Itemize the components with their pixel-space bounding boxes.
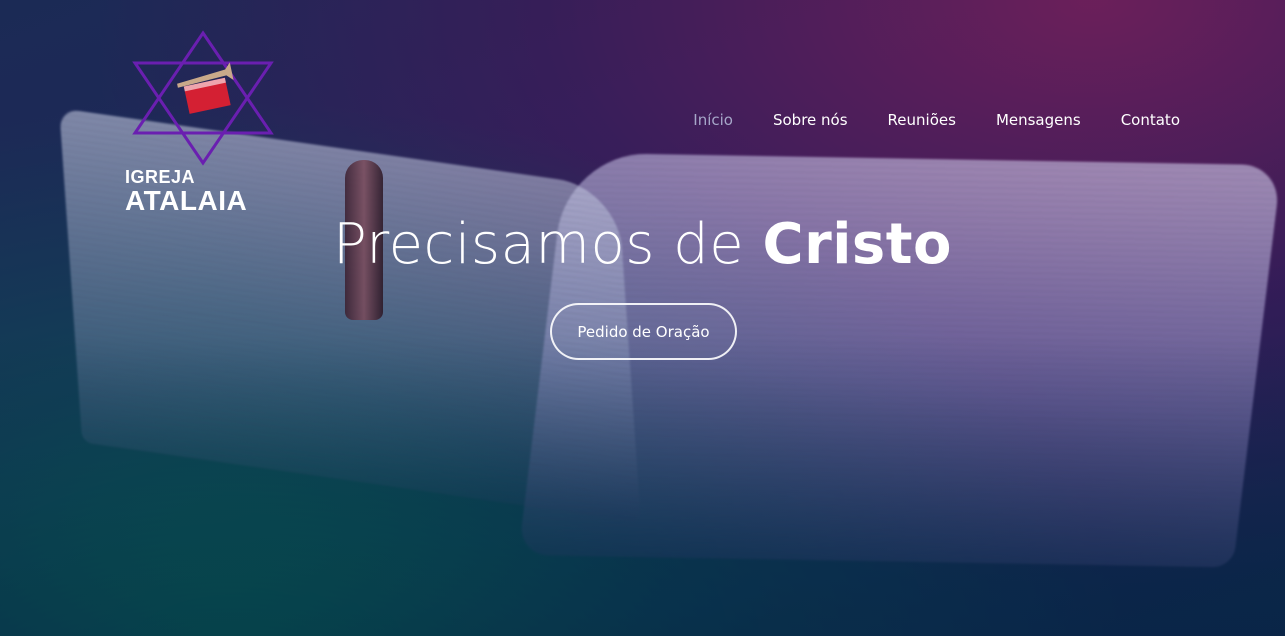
brand-line-1: IGREJA xyxy=(125,167,196,187)
hero-title-bold: Cristo xyxy=(762,212,952,277)
main-nav: Início Sobre nós Reuniões Mensagens Cont… xyxy=(693,111,1180,129)
nav-item-sobre-nos[interactable]: Sobre nós xyxy=(773,111,848,129)
hero-title: Precisamos de Cristo xyxy=(0,212,1285,277)
nav-item-inicio[interactable]: Início xyxy=(693,111,733,129)
prayer-request-button[interactable]: Pedido de Oração xyxy=(550,303,737,360)
hero-section: IGREJA ATALAIA Início Sobre nós Reuniões… xyxy=(0,0,1285,636)
site-logo[interactable]: IGREJA ATALAIA xyxy=(125,30,285,216)
hero-title-light: Precisamos de xyxy=(333,212,763,277)
nav-item-contato[interactable]: Contato xyxy=(1121,111,1180,129)
nav-item-mensagens[interactable]: Mensagens xyxy=(996,111,1081,129)
nav-item-reunioes[interactable]: Reuniões xyxy=(888,111,956,129)
star-of-david-trumpet-icon xyxy=(132,30,274,166)
